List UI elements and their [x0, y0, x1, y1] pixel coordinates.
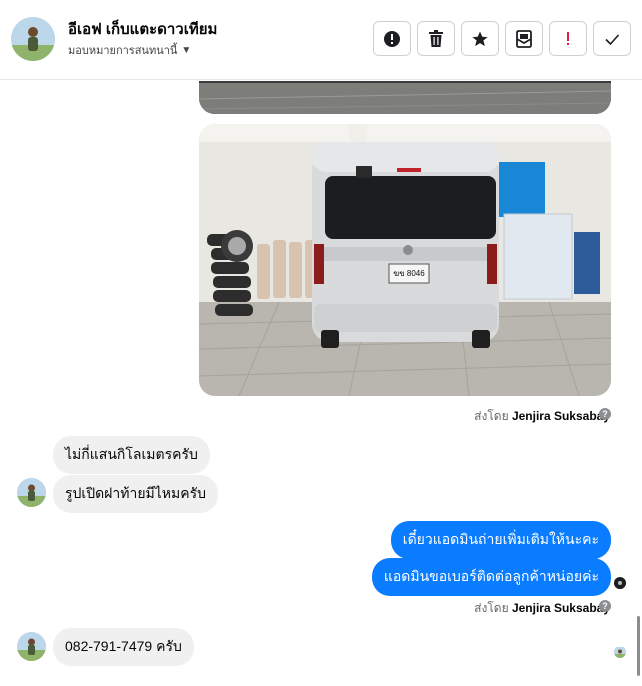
sent-by-name: Jenjira Suksabay — [511, 601, 610, 615]
star-icon — [472, 31, 488, 46]
outgoing-message[interactable]: เดี๋ยวแอดมินถ่ายเพิ่มเติมให้นะคะ — [390, 521, 611, 559]
contact-avatar[interactable] — [11, 17, 55, 61]
assign-conversation-dropdown[interactable]: มอบหมายการสนทนานี้ ▼ — [68, 41, 191, 59]
contact-avatar-small[interactable] — [17, 478, 46, 507]
incoming-message[interactable]: รูปเปิดฝาท้ายมีไหมครับ — [53, 475, 219, 513]
sent-by-name: Jenjira Suksabay — [511, 409, 610, 423]
mail-icon — [516, 29, 532, 48]
sent-by-prefix: ส่งโดย — [474, 601, 509, 615]
scrollbar[interactable] — [637, 616, 640, 676]
sent-by-line: ส่งโดย Jenjira Suksabay — [474, 407, 610, 426]
spam-button[interactable] — [549, 21, 587, 56]
seen-avatar-indicator — [614, 646, 626, 658]
incoming-message[interactable]: ไม่กี่แสนกิโลเมตรครับ — [53, 436, 210, 474]
contact-name[interactable]: อีเอฟ เก็บแตะดาวเทียม — [68, 17, 217, 41]
sent-by-line: ส่งโดย Jenjira Suksabay — [474, 599, 610, 618]
check-icon — [605, 33, 620, 45]
mark-done-button[interactable] — [593, 21, 631, 56]
incoming-message[interactable]: 082-791-7479 ครับ — [53, 628, 194, 666]
photo-attachment-previous[interactable] — [199, 81, 611, 114]
seen-indicator — [614, 577, 626, 589]
sent-by-prefix: ส่งโดย — [474, 409, 509, 423]
trash-icon — [429, 29, 443, 47]
outgoing-message[interactable]: แอดมินขอเบอร์ติดต่อลูกค้าหน่อยค่ะ — [371, 558, 611, 596]
van-photo: ฆข 8046 — [199, 124, 611, 396]
assign-label: มอบหมายการสนทนานี้ — [68, 45, 178, 57]
license-plate-text: ฆข 8046 — [393, 269, 425, 278]
contact-avatar-small[interactable] — [17, 632, 46, 661]
mark-unread-button[interactable] — [505, 21, 543, 56]
info-icon[interactable]: ? — [599, 600, 611, 612]
exclamation-icon — [567, 31, 569, 45]
photo-attachment-van[interactable]: ฆข 8046 — [199, 124, 611, 396]
conversation-header: อีเอฟ เก็บแตะดาวเทียม มอบหมายการสนทนานี้… — [0, 0, 642, 80]
van-photo-top — [199, 81, 611, 114]
info-icon[interactable]: ? — [599, 408, 611, 420]
conversation-actions — [373, 21, 631, 56]
star-button[interactable] — [461, 21, 499, 56]
report-button[interactable] — [373, 21, 411, 56]
delete-button[interactable] — [417, 21, 455, 56]
message-thread[interactable]: ฆข 8046 ส่งโดย Jenjira Suksabay ? ไม่กี่… — [0, 81, 642, 686]
alert-circle-icon — [384, 30, 400, 47]
caret-down-icon: ▼ — [181, 44, 192, 56]
